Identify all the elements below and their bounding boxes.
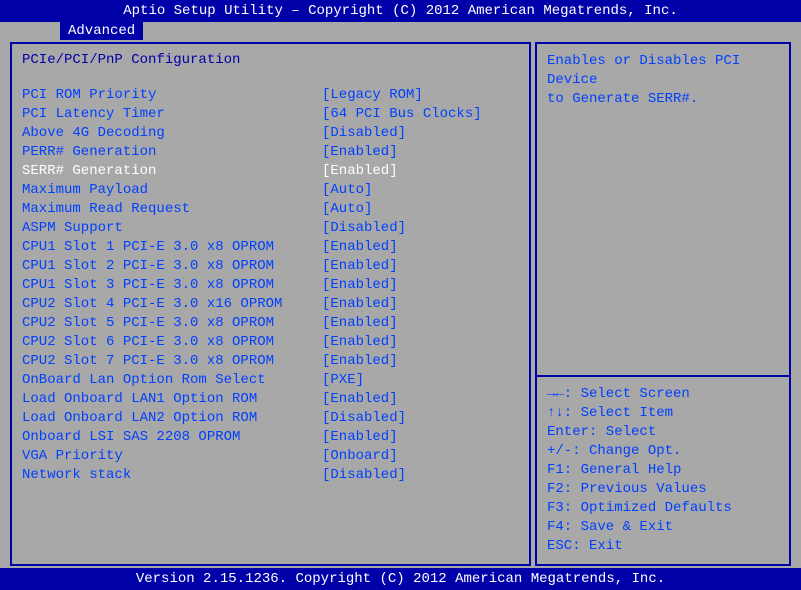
key-previous-values: F2: Previous Values [547,480,779,499]
settings-panel: PCIe/PCI/PnP Configuration PCI ROM Prior… [10,42,531,566]
key-exit: ESC: Exit [547,537,779,556]
setting-row[interactable]: CPU2 Slot 7 PCI-E 3.0 x8 OPROM[Enabled] [22,352,519,371]
setting-label: CPU1 Slot 2 PCI-E 3.0 x8 OPROM [22,257,322,276]
setting-row[interactable]: SERR# Generation[Enabled] [22,162,519,181]
tab-bar: Advanced [0,22,801,42]
setting-row[interactable]: CPU1 Slot 2 PCI-E 3.0 x8 OPROM[Enabled] [22,257,519,276]
setting-value[interactable]: [PXE] [322,371,364,390]
setting-value[interactable]: [64 PCI Bus Clocks] [322,105,482,124]
keyboard-help: →←: Select Screen ↑↓: Select Item Enter:… [547,367,779,556]
setting-value[interactable]: [Enabled] [322,333,398,352]
key-select-item: ↑↓: Select Item [547,404,779,423]
setting-value[interactable]: [Enabled] [322,314,398,333]
setting-row[interactable]: CPU1 Slot 1 PCI-E 3.0 x8 OPROM[Enabled] [22,238,519,257]
setting-value[interactable]: [Enabled] [322,390,398,409]
setting-label: CPU2 Slot 6 PCI-E 3.0 x8 OPROM [22,333,322,352]
setting-label: CPU1 Slot 3 PCI-E 3.0 x8 OPROM [22,276,322,295]
setting-row[interactable]: VGA Priority[Onboard] [22,447,519,466]
settings-list: PCI ROM Priority[Legacy ROM]PCI Latency … [22,86,519,485]
setting-value[interactable]: [Disabled] [322,466,406,485]
setting-row[interactable]: Network stack[Disabled] [22,466,519,485]
setting-value[interactable]: [Enabled] [322,238,398,257]
setting-row[interactable]: Load Onboard LAN2 Option ROM[Disabled] [22,409,519,428]
setting-label: PCI ROM Priority [22,86,322,105]
setting-label: OnBoard Lan Option Rom Select [22,371,322,390]
setting-value[interactable]: [Enabled] [322,143,398,162]
key-change-opt: +/-: Change Opt. [547,442,779,461]
setting-row[interactable]: PCI Latency Timer[64 PCI Bus Clocks] [22,105,519,124]
setting-label: CPU1 Slot 1 PCI-E 3.0 x8 OPROM [22,238,322,257]
setting-row[interactable]: CPU2 Slot 6 PCI-E 3.0 x8 OPROM[Enabled] [22,333,519,352]
main-area: PCIe/PCI/PnP Configuration PCI ROM Prior… [10,42,791,566]
footer-bar: Version 2.15.1236. Copyright (C) 2012 Am… [0,568,801,590]
setting-label: Maximum Payload [22,181,322,200]
section-title: PCIe/PCI/PnP Configuration [22,52,519,68]
setting-row[interactable]: Maximum Read Request[Auto] [22,200,519,219]
setting-value[interactable]: [Disabled] [322,409,406,428]
setting-label: Onboard LSI SAS 2208 OPROM [22,428,322,447]
setting-label: VGA Priority [22,447,322,466]
setting-label: Network stack [22,466,322,485]
setting-value[interactable]: [Enabled] [322,276,398,295]
setting-value[interactable]: [Enabled] [322,428,398,447]
header-title: Aptio Setup Utility – Copyright (C) 2012… [123,3,678,19]
tab-advanced[interactable]: Advanced [60,22,143,40]
key-general-help: F1: General Help [547,461,779,480]
key-enter: Enter: Select [547,423,779,442]
setting-row[interactable]: ASPM Support[Disabled] [22,219,519,238]
setting-label: CPU2 Slot 5 PCI-E 3.0 x8 OPROM [22,314,322,333]
setting-value[interactable]: [Disabled] [322,124,406,143]
setting-value[interactable]: [Enabled] [322,162,398,181]
setting-row[interactable]: CPU1 Slot 3 PCI-E 3.0 x8 OPROM[Enabled] [22,276,519,295]
setting-label: Above 4G Decoding [22,124,322,143]
setting-row[interactable]: Onboard LSI SAS 2208 OPROM[Enabled] [22,428,519,447]
setting-row[interactable]: CPU2 Slot 5 PCI-E 3.0 x8 OPROM[Enabled] [22,314,519,333]
help-panel: Enables or Disables PCI Device to Genera… [535,42,791,566]
key-save-exit: F4: Save & Exit [547,518,779,537]
setting-label: PCI Latency Timer [22,105,322,124]
setting-label: ASPM Support [22,219,322,238]
setting-row[interactable]: Load Onboard LAN1 Option ROM[Enabled] [22,390,519,409]
divider [537,375,789,377]
setting-label: Load Onboard LAN2 Option ROM [22,409,322,428]
setting-value[interactable]: [Auto] [322,200,372,219]
help-text-line1: Enables or Disables PCI Device [547,52,779,90]
setting-row[interactable]: CPU2 Slot 4 PCI-E 3.0 x16 OPROM[Enabled] [22,295,519,314]
setting-row[interactable]: PERR# Generation[Enabled] [22,143,519,162]
setting-value[interactable]: [Enabled] [322,352,398,371]
setting-value[interactable]: [Enabled] [322,295,398,314]
setting-row[interactable]: PCI ROM Priority[Legacy ROM] [22,86,519,105]
footer-text: Version 2.15.1236. Copyright (C) 2012 Am… [136,571,665,587]
setting-value[interactable]: [Disabled] [322,219,406,238]
setting-label: CPU2 Slot 7 PCI-E 3.0 x8 OPROM [22,352,322,371]
setting-label: Load Onboard LAN1 Option ROM [22,390,322,409]
help-text-line2: to Generate SERR#. [547,90,779,109]
key-optimized-defaults: F3: Optimized Defaults [547,499,779,518]
header-bar: Aptio Setup Utility – Copyright (C) 2012… [0,0,801,22]
setting-row[interactable]: Above 4G Decoding[Disabled] [22,124,519,143]
setting-value[interactable]: [Onboard] [322,447,398,466]
key-select-screen: →←: Select Screen [547,385,779,404]
setting-label: CPU2 Slot 4 PCI-E 3.0 x16 OPROM [22,295,322,314]
setting-value[interactable]: [Enabled] [322,257,398,276]
setting-label: PERR# Generation [22,143,322,162]
setting-value[interactable]: [Legacy ROM] [322,86,423,105]
setting-label: SERR# Generation [22,162,322,181]
setting-row[interactable]: OnBoard Lan Option Rom Select[PXE] [22,371,519,390]
setting-value[interactable]: [Auto] [322,181,372,200]
setting-label: Maximum Read Request [22,200,322,219]
setting-row[interactable]: Maximum Payload[Auto] [22,181,519,200]
